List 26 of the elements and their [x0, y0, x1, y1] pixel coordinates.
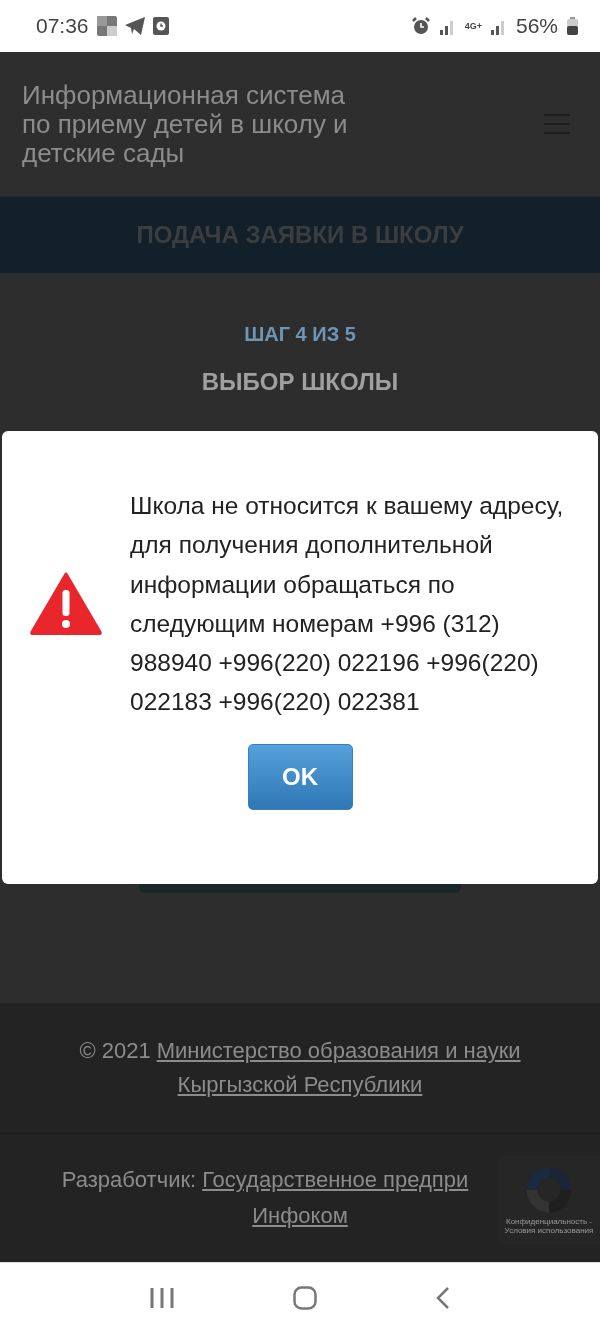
- step-label: ШАГ 4 ИЗ 5: [244, 323, 356, 346]
- ministry-link[interactable]: Кыргызской Республики: [177, 1068, 423, 1102]
- clock-time: 07:36: [36, 14, 89, 38]
- clock-icon: [152, 17, 169, 35]
- site-title: Информационная система: [22, 80, 346, 110]
- gallery-icon: [96, 16, 117, 36]
- developer-link[interactable]: Инфоком: [252, 1198, 348, 1234]
- developer-label: Разработчик:: [61, 1166, 197, 1194]
- recaptcha-terms[interactable]: Конфиденциальность - Условия использования: [499, 1217, 599, 1235]
- warning-icon: [30, 572, 102, 636]
- recent-apps-icon[interactable]: [149, 1286, 174, 1309]
- step-title: ВЫБОР ШКОЛЫ: [201, 368, 399, 396]
- ministry-link[interactable]: Министерство образования и науки: [156, 1034, 521, 1068]
- battery-icon: [567, 17, 578, 35]
- battery-percent: 56%: [515, 14, 558, 38]
- network-type: 4G+: [464, 21, 482, 31]
- site-title: детские сады: [22, 138, 185, 168]
- copyright-text: © 2021: [79, 1037, 151, 1065]
- alarm-icon: [410, 16, 431, 36]
- alert-message: Школа не относится к вашему адресу, для получения дополнительной информации обращаться по следующим номерам +996 (312) 988940 +996(220) 022196 +996(220) 022183 +996(220) 022381: [130, 491, 565, 718]
- home-icon[interactable]: [293, 1285, 317, 1310]
- site-title: по приему детей в школу и: [22, 109, 348, 139]
- paper-plane-icon: [124, 17, 145, 35]
- ok-button[interactable]: OK: [247, 743, 353, 810]
- developer-link[interactable]: Государственное предпри: [202, 1162, 469, 1198]
- back-icon[interactable]: [436, 1285, 451, 1310]
